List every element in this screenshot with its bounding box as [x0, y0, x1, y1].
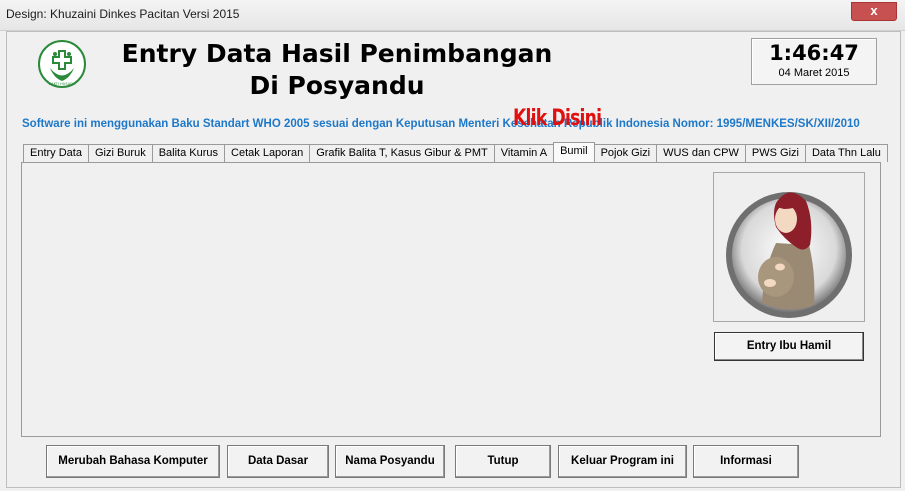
- title-bar: Design: Khuzaini Dinkes Pacitan Versi 20…: [0, 0, 905, 31]
- clock-display: 1:46:47 04 Maret 2015: [751, 38, 877, 85]
- keluar-program-button[interactable]: Keluar Program ini: [558, 445, 687, 478]
- tab-balita-kurus[interactable]: Balita Kurus: [151, 144, 226, 162]
- logo-text: BAKTI HUSADA: [49, 82, 76, 86]
- title-line-2: Di Posyandu: [249, 71, 425, 100]
- clock-date: 04 Maret 2015: [778, 67, 850, 79]
- bumil-tab-panel: Entry Ibu Hamil: [21, 162, 881, 437]
- tab-pws-gizi[interactable]: PWS Gizi: [744, 144, 806, 162]
- tab-strip: Entry Data Gizi Buruk Balita Kurus Cetak…: [23, 142, 888, 163]
- tab-vitamin-a[interactable]: Vitamin A: [493, 144, 555, 162]
- merubah-bahasa-button[interactable]: Merubah Bahasa Komputer: [46, 445, 220, 478]
- window-title: Design: Khuzaini Dinkes Pacitan Versi 20…: [6, 7, 240, 21]
- bakti-husada-logo-icon: BAKTI HUSADA: [38, 40, 86, 88]
- clock-time: 1:46:47: [769, 41, 859, 65]
- nama-posyandu-button[interactable]: Nama Posyandu: [335, 445, 445, 478]
- main-window: BAKTI HUSADA Entry Data Hasil Penimbanga…: [6, 31, 901, 488]
- tab-bumil[interactable]: Bumil: [553, 142, 595, 162]
- info-marquee: Software ini menggunakan Baku Standart W…: [22, 118, 860, 130]
- tab-gizi-buruk[interactable]: Gizi Buruk: [87, 144, 153, 162]
- tab-data-thn-lalu[interactable]: Data Thn Lalu: [804, 144, 888, 162]
- bumil-image-frame: [713, 172, 865, 322]
- pregnant-woman-illustration-icon: [726, 192, 852, 318]
- close-button[interactable]: x: [851, 2, 897, 21]
- entry-ibu-hamil-button[interactable]: Entry Ibu Hamil: [714, 332, 864, 361]
- tab-wus-dan-cpw[interactable]: WUS dan CPW: [656, 144, 746, 162]
- tab-cetak-laporan[interactable]: Cetak Laporan: [224, 144, 311, 162]
- data-dasar-button[interactable]: Data Dasar: [227, 445, 329, 478]
- tab-grafik-balita[interactable]: Grafik Balita T, Kasus Gibur & PMT: [309, 144, 495, 162]
- page-title: Entry Data Hasil Penimbangan Di Posyandu: [107, 38, 567, 102]
- klik-disini-overlay: Klik Disini: [513, 106, 602, 131]
- tab-entry-data[interactable]: Entry Data: [23, 144, 89, 162]
- informasi-button[interactable]: Informasi: [693, 445, 799, 478]
- tab-pojok-gizi[interactable]: Pojok Gizi: [593, 144, 658, 162]
- tutup-button[interactable]: Tutup: [455, 445, 551, 478]
- title-line-1: Entry Data Hasil Penimbangan: [121, 39, 553, 68]
